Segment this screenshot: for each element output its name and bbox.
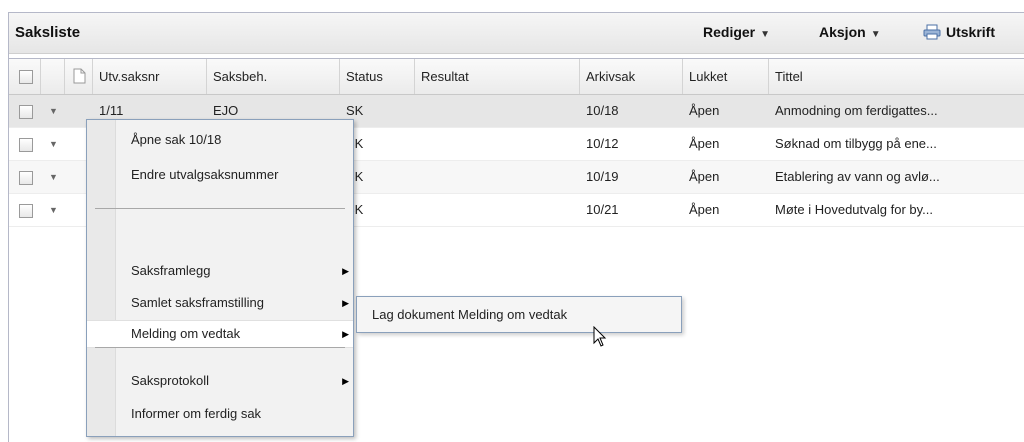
cell-arkivsak: 10/12 — [586, 136, 619, 151]
row-checkbox[interactable] — [19, 171, 33, 185]
cell-tittel: Søknad om tilbygg på ene... — [775, 136, 937, 151]
col-saksbeh[interactable]: Saksbeh. — [207, 59, 340, 94]
utskrift-label: Utskrift — [946, 24, 996, 40]
submenu-item-lag-dokument[interactable]: Lag dokument Melding om vedtak — [372, 297, 672, 332]
menu-item-informer[interactable]: Informer om ferdig sak — [87, 401, 353, 427]
chevron-down-icon: ▼ — [760, 29, 771, 40]
col-tittel[interactable]: Tittel — [769, 59, 1024, 94]
expand-icon[interactable]: ▼ — [49, 172, 58, 182]
col-resultat[interactable]: Resultat — [415, 59, 580, 94]
submenu-arrow-icon: ▶ — [342, 266, 349, 276]
menu-item-label: Åpne sak 10/18 — [131, 132, 222, 147]
cell-arkivsak: 10/18 — [586, 103, 619, 118]
menu-item-saksprotokoll[interactable]: Saksprotokoll ▶ — [87, 368, 353, 394]
menu-item-change-number[interactable]: Endre utvalgsaksnummer — [87, 162, 353, 188]
submenu: Lag dokument Melding om vedtak — [356, 296, 682, 333]
col-lukket[interactable]: Lukket — [683, 59, 769, 94]
cell-arkivsak: 10/21 — [586, 202, 619, 217]
expand-icon[interactable]: ▼ — [49, 139, 58, 149]
cell-tittel: Møte i Hovedutvalg for by... — [775, 202, 933, 217]
menu-item-melding[interactable]: Melding om vedtak ▶ — [87, 320, 353, 348]
cell-arkivsak: 10/19 — [586, 169, 619, 184]
header-select-all[interactable] — [9, 59, 41, 94]
rediger-menu-button[interactable]: Rediger ▼ — [703, 24, 770, 40]
row-checkbox[interactable] — [19, 138, 33, 152]
col-utvsaksnr[interactable]: Utv.saksnr — [93, 59, 207, 94]
rediger-label: Rediger — [703, 24, 756, 40]
menu-item-label: Saksframlegg — [131, 263, 211, 278]
aksjon-label: Aksjon — [819, 24, 866, 40]
printer-icon — [923, 24, 941, 43]
menu-item-label: Endre utvalgsaksnummer — [131, 167, 279, 182]
aksjon-menu-button[interactable]: Aksjon ▼ — [819, 24, 881, 40]
panel-header: Saksliste Rediger ▼ Aksjon ▼ Utskrift — [9, 13, 1024, 54]
submenu-arrow-icon: ▶ — [342, 376, 349, 386]
context-menu: Åpne sak 10/18 Endre utvalgsaksnummer Sa… — [86, 119, 354, 437]
row-checkbox[interactable] — [19, 105, 33, 119]
select-all-checkbox[interactable] — [19, 70, 33, 84]
submenu-arrow-icon: ▶ — [342, 298, 349, 308]
grid-header: Utv.saksnr Saksbeh. Status Resultat Arki… — [9, 59, 1024, 95]
panel-title: Saksliste — [15, 24, 81, 41]
menu-item-label: Samlet saksframstilling — [131, 295, 264, 310]
menu-item-label: Melding om vedtak — [131, 326, 241, 341]
cell-tittel: Etablering av vann og avlø... — [775, 169, 940, 184]
expand-icon[interactable]: ▼ — [49, 205, 58, 215]
menu-item-open-case[interactable]: Åpne sak 10/18 — [87, 127, 353, 153]
col-status[interactable]: Status — [340, 59, 415, 94]
header-doc-icon — [65, 59, 93, 94]
mouse-cursor-icon — [593, 326, 607, 347]
menu-item-label: Saksprotokoll — [131, 373, 210, 388]
menu-separator — [95, 347, 345, 348]
cell-resultat — [415, 95, 580, 127]
document-icon — [73, 68, 86, 84]
submenu-arrow-icon: ▶ — [342, 329, 349, 339]
menu-item-label: Informer om ferdig sak — [131, 406, 262, 421]
cell-resultat — [415, 128, 580, 160]
header-expander — [41, 59, 65, 94]
menu-item-samlet[interactable]: Samlet saksframstilling ▶ — [87, 290, 353, 316]
col-arkivsak[interactable]: Arkivsak — [580, 59, 683, 94]
cell-tittel: Anmodning om ferdigattes... — [775, 103, 938, 118]
cell-lukket: Åpen — [689, 169, 720, 184]
utskrift-button[interactable]: Utskrift — [923, 24, 995, 43]
row-checkbox[interactable] — [19, 204, 33, 218]
cell-resultat — [415, 194, 580, 226]
cell-lukket: Åpen — [689, 202, 720, 217]
cell-lukket: Åpen — [689, 103, 720, 118]
chevron-down-icon: ▼ — [870, 29, 881, 40]
expand-icon[interactable]: ▼ — [49, 106, 58, 116]
cell-lukket: Åpen — [689, 136, 720, 151]
menu-separator — [95, 208, 345, 209]
menu-item-saksframlegg[interactable]: Saksframlegg ▶ — [87, 258, 353, 284]
cell-resultat — [415, 161, 580, 193]
